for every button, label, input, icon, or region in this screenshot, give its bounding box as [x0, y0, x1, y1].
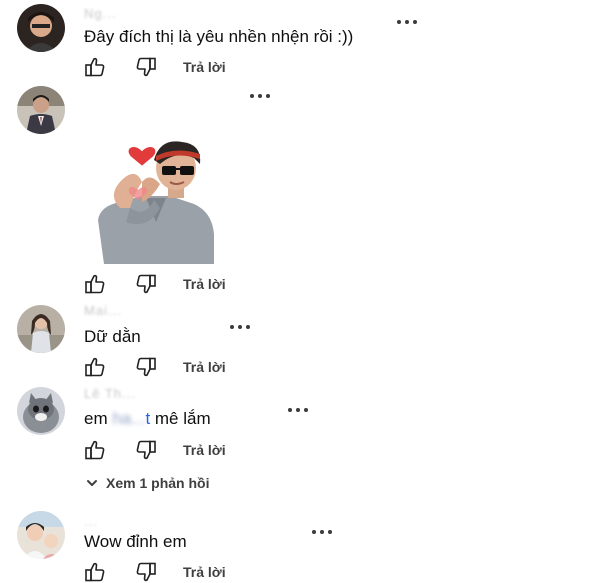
chevron-down-icon	[87, 480, 97, 486]
reply-button[interactable]: Trả lời	[183, 276, 226, 292]
comment-actions: Trả lời	[84, 56, 284, 78]
view-replies-button[interactable]: Xem 1 phản hồi	[86, 473, 209, 493]
thumbs-up-icon[interactable]	[84, 56, 106, 78]
avatar[interactable]	[17, 4, 65, 52]
author-name[interactable]: Ng...	[84, 6, 116, 21]
comment-actions: Trả lời	[84, 356, 284, 378]
more-vert-icon[interactable]	[288, 405, 308, 415]
comment-actions: Trả lời	[84, 439, 284, 461]
avatar[interactable]	[17, 511, 65, 559]
more-vert-icon[interactable]	[250, 91, 270, 101]
reply-button[interactable]: Trả lời	[183, 442, 226, 458]
comment-text: Đây đích thị là yêu nhền nhện rồi :))	[84, 27, 354, 46]
thumbs-up-icon[interactable]	[84, 439, 106, 461]
comment-text: Dữ dằn	[84, 327, 141, 346]
thumbs-down-icon[interactable]	[135, 439, 157, 461]
reply-button[interactable]: Trả lời	[183, 59, 226, 75]
author-name[interactable]: ...	[84, 514, 98, 529]
thumbs-down-icon[interactable]	[135, 56, 157, 78]
avatar[interactable]	[17, 86, 65, 134]
author-name[interactable]: Lê Th...	[84, 386, 136, 401]
thumbs-down-icon[interactable]	[135, 273, 157, 295]
comment-text: em ha...t mê lắm	[84, 409, 211, 429]
avatar[interactable]	[17, 387, 65, 435]
comment-text-obscured: ha...	[112, 409, 146, 428]
sticker-image	[98, 141, 214, 264]
reply-button[interactable]: Trả lời	[183, 359, 226, 375]
avatar[interactable]	[17, 305, 65, 353]
view-replies-label: Xem 1 phản hồi	[106, 475, 210, 491]
thumbs-up-icon[interactable]	[84, 561, 106, 583]
thumbs-down-icon[interactable]	[135, 356, 157, 378]
thumbs-up-icon[interactable]	[84, 356, 106, 378]
comment-text-prefix: em	[84, 409, 113, 428]
more-vert-icon[interactable]	[312, 527, 332, 537]
more-vert-icon[interactable]	[397, 17, 417, 27]
comment-actions: Trả lời	[84, 273, 284, 295]
author-name[interactable]: Mai...	[84, 303, 122, 318]
thumbs-down-icon[interactable]	[135, 561, 157, 583]
thumbs-up-icon[interactable]	[84, 273, 106, 295]
comment-actions: Trả lời	[84, 561, 284, 583]
reply-button[interactable]: Trả lời	[183, 564, 226, 580]
more-vert-icon[interactable]	[230, 322, 250, 332]
comment-text: Wow đỉnh em	[84, 532, 187, 551]
comment-text-suffix: mê lắm	[150, 409, 211, 428]
